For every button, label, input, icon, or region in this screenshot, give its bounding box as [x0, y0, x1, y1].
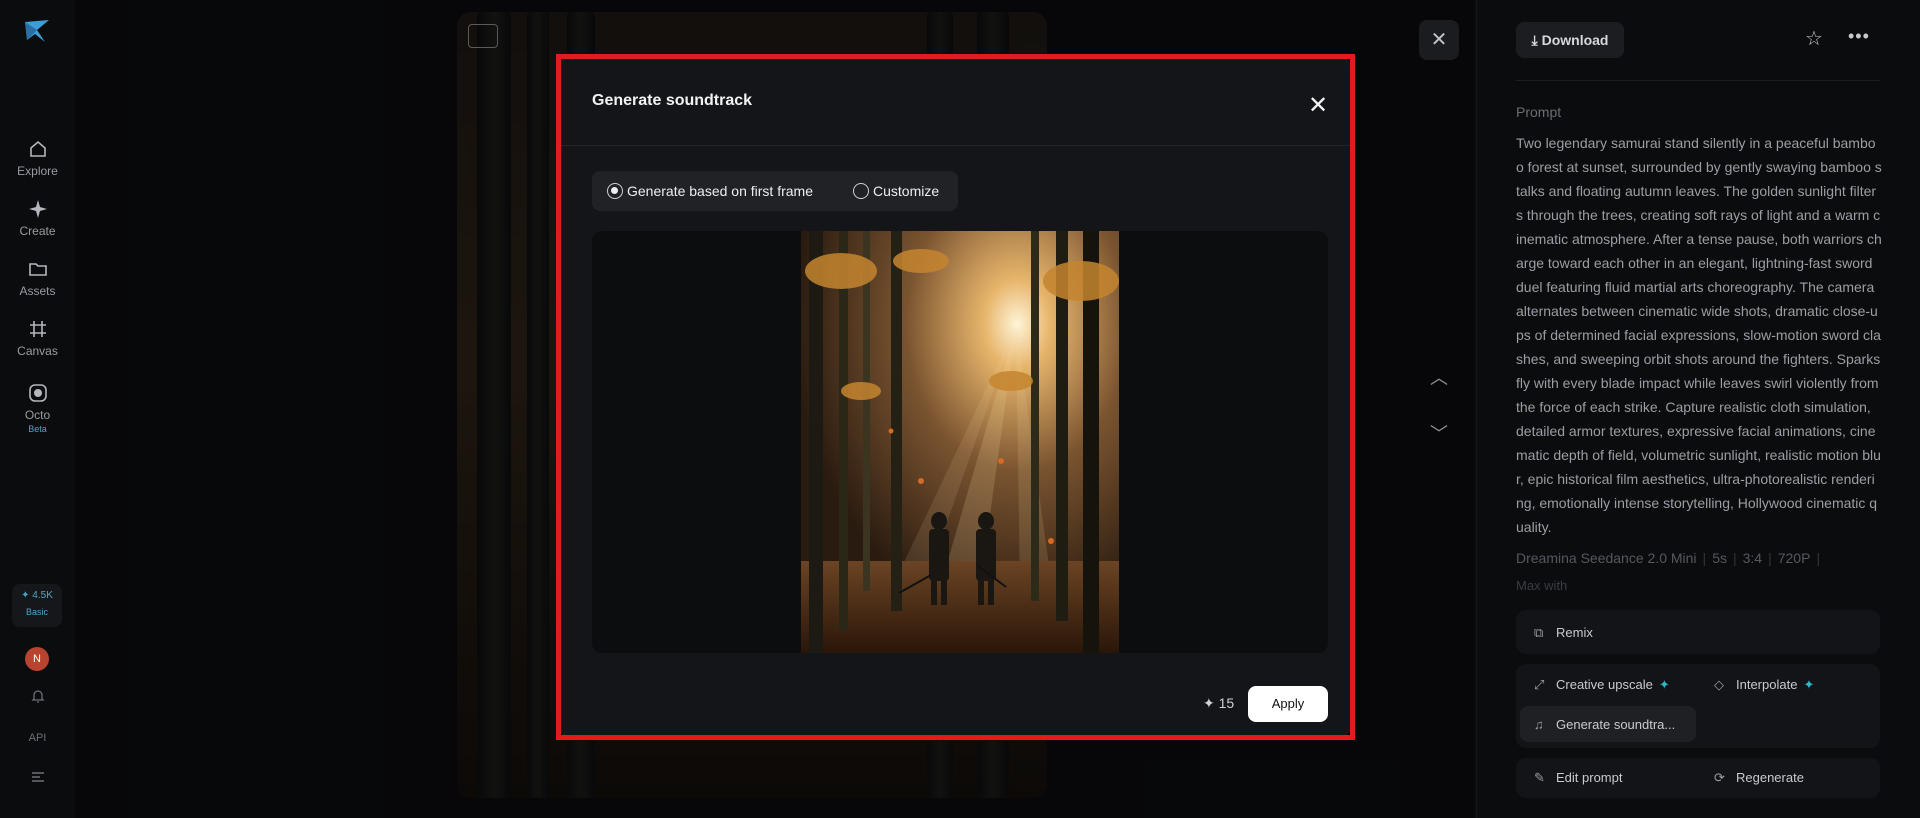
sparkle-icon	[28, 200, 47, 218]
credits-value: ✦ 4.5K	[21, 590, 53, 601]
download-button[interactable]: ⤓ Download	[1516, 22, 1624, 58]
chevron-down-icon[interactable]: ﹀	[1426, 420, 1452, 446]
divider	[559, 145, 1351, 146]
sidebar-item-assets[interactable]: Assets	[0, 258, 75, 298]
download-icon: ⤓	[1531, 32, 1542, 48]
prompt-label: Prompt	[1516, 104, 1562, 120]
option-customize[interactable]: Customize	[853, 183, 939, 199]
sidebar-item-label: Octo	[24, 408, 51, 422]
left-sidebar: Explore Create Assets Canvas Octo Beta ✦…	[0, 0, 75, 818]
generation-meta-more: Max with	[1516, 578, 1568, 593]
sidebar-item-canvas[interactable]: Canvas	[0, 318, 75, 358]
chevron-up-icon[interactable]: ︿	[1426, 364, 1452, 390]
credit-cost: ✦ 15	[1203, 695, 1235, 711]
sidebar-item-octo[interactable]: Octo Beta	[0, 382, 75, 434]
sidebar-item-create[interactable]: Create	[0, 198, 75, 238]
sparkle-icon: ✦	[1803, 677, 1815, 692]
modal-title: Generate soundtrack	[592, 92, 753, 109]
edit-icon: ✎	[1534, 770, 1545, 785]
regenerate-button[interactable]: ⟳ Regenerate	[1714, 770, 1804, 786]
close-icon[interactable]: ✕	[1304, 92, 1332, 120]
upscale-icon: ⤢	[1534, 677, 1545, 692]
generate-soundtrack-button[interactable]: ♫ Generate soundtra...	[1534, 717, 1675, 732]
avatar[interactable]: N	[25, 647, 49, 671]
star-icon[interactable]: ☆	[1805, 26, 1823, 51]
sidebar-item-label: Canvas	[17, 344, 58, 358]
octo-icon	[28, 384, 47, 402]
bell-icon[interactable]	[0, 688, 75, 707]
sidebar-item-label: Assets	[19, 284, 56, 298]
menu-icon[interactable]	[0, 770, 75, 787]
divider	[1516, 80, 1880, 81]
plan-label: Basic	[25, 607, 48, 617]
folder-icon	[28, 263, 47, 276]
close-viewer-button[interactable]: ✕	[1419, 20, 1459, 60]
interpolate-icon: ◇	[1714, 677, 1724, 692]
sidebar-item-label: Explore	[17, 164, 58, 178]
beta-badge: Beta	[28, 424, 47, 434]
remix-button[interactable]: ⧉ Remix	[1534, 625, 1593, 641]
sidebar-item-explore[interactable]: Explore	[0, 138, 75, 178]
sparkle-icon: ✦	[1203, 695, 1215, 711]
interpolate-button[interactable]: ◇ Interpolate ✦	[1714, 677, 1814, 693]
music-note-icon: ♫	[1534, 717, 1544, 732]
option-first-frame[interactable]: Generate based on first frame	[607, 183, 813, 199]
app-logo-icon[interactable]	[23, 18, 51, 44]
radio-selected-icon	[607, 183, 623, 199]
home-icon	[29, 140, 46, 157]
credits-badge[interactable]: ✦ 4.5K Basic	[12, 584, 62, 627]
canvas-icon	[29, 321, 46, 337]
first-frame-image	[801, 231, 1119, 653]
sparkle-icon: ✦	[1658, 677, 1670, 692]
apply-button[interactable]: Apply	[1248, 686, 1328, 722]
remix-icon: ⧉	[1534, 625, 1544, 640]
sidebar-item-label: Create	[19, 224, 56, 238]
refresh-icon: ⟳	[1714, 770, 1725, 785]
edit-prompt-button[interactable]: ✎ Edit prompt	[1534, 770, 1622, 786]
radio-unselected-icon	[853, 183, 869, 199]
more-options-icon[interactable]: •••	[1848, 26, 1870, 47]
creative-upscale-button[interactable]: ⤢ Creative upscale ✦	[1534, 677, 1670, 693]
prompt-text: Two legendary samurai stand silently in …	[1516, 135, 1882, 535]
api-link[interactable]: API	[0, 732, 75, 744]
generation-meta: Dreamina Seedance 2.0 Mini | 5s | 3:4 | 720P |	[1516, 550, 1821, 566]
image-badge-icon	[468, 24, 498, 48]
